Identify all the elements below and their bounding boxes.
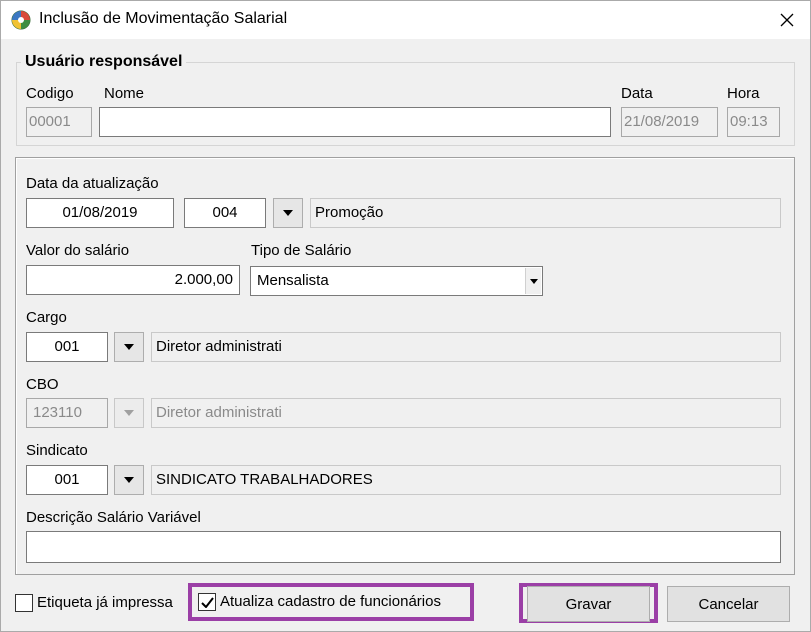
nome-label: Nome — [104, 85, 145, 102]
atualiza-label[interactable]: Atualiza cadastro de funcionários — [220, 593, 441, 610]
sindicato-label: Sindicato — [26, 442, 88, 459]
hora-field[interactable]: 09:13 — [727, 107, 780, 137]
tipo-salario-value: Mensalista — [257, 272, 329, 289]
sindicato-code-field[interactable]: 001 — [26, 465, 108, 495]
dialog-window: Inclusão de Movimentação Salarial Usuári… — [0, 0, 811, 632]
app-globe-icon — [11, 10, 31, 30]
gravar-button[interactable]: Gravar — [527, 586, 650, 622]
sindicato-dropdown-button[interactable] — [114, 465, 144, 495]
cbo-code-field[interactable]: 123110 — [26, 398, 108, 428]
etiqueta-label[interactable]: Etiqueta já impressa — [37, 594, 173, 611]
responsavel-group-title: Usuário responsável — [21, 53, 187, 71]
cargo-description: Diretor administrati — [151, 332, 781, 362]
etiqueta-checkbox[interactable] — [15, 594, 33, 612]
title-bar[interactable]: Inclusão de Movimentação Salarial — [1, 1, 810, 39]
tipo-salario-select[interactable]: Mensalista — [250, 266, 543, 296]
data-atualizacao-field[interactable]: 01/08/2019 — [26, 198, 174, 228]
data-atualizacao-label: Data da atualização — [26, 175, 159, 192]
tipo-salario-label: Tipo de Salário — [251, 242, 352, 259]
cbo-label: CBO — [26, 376, 59, 393]
motivo-dropdown-button[interactable] — [273, 198, 303, 228]
dropdown-arrow-icon — [124, 477, 134, 483]
atualiza-checkbox[interactable] — [198, 593, 216, 611]
cargo-label: Cargo — [26, 309, 67, 326]
dropdown-arrow-icon — [283, 210, 293, 216]
codigo-label: Codigo — [26, 85, 74, 102]
descricao-salario-variavel-field[interactable] — [26, 531, 781, 563]
close-icon — [780, 13, 794, 27]
hora-label: Hora — [727, 85, 760, 102]
cargo-dropdown-button[interactable] — [114, 332, 144, 362]
dropdown-arrow-icon — [124, 344, 134, 350]
motivo-code-field[interactable]: 004 — [184, 198, 266, 228]
data-label: Data — [621, 85, 653, 102]
cbo-dropdown-button[interactable] — [114, 398, 144, 428]
motivo-description: Promoção — [310, 198, 781, 228]
cancelar-button[interactable]: Cancelar — [667, 586, 790, 622]
window-title: Inclusão de Movimentação Salarial — [39, 10, 288, 27]
codigo-field[interactable]: 00001 — [26, 107, 92, 137]
valor-salario-field[interactable]: 2.000,00 — [26, 265, 240, 295]
nome-field[interactable] — [99, 107, 611, 137]
cbo-description: Diretor administrati — [151, 398, 781, 428]
descricao-salario-variavel-label: Descrição Salário Variável — [26, 509, 201, 526]
data-field[interactable]: 21/08/2019 — [621, 107, 718, 137]
close-button[interactable] — [764, 1, 810, 39]
select-arrow-icon — [525, 268, 541, 294]
valor-salario-label: Valor do salário — [26, 242, 130, 259]
dropdown-arrow-icon — [124, 410, 134, 416]
checkmark-icon — [200, 596, 214, 608]
cargo-code-field[interactable]: 001 — [26, 332, 108, 362]
sindicato-description: SINDICATO TRABALHADORES — [151, 465, 781, 495]
